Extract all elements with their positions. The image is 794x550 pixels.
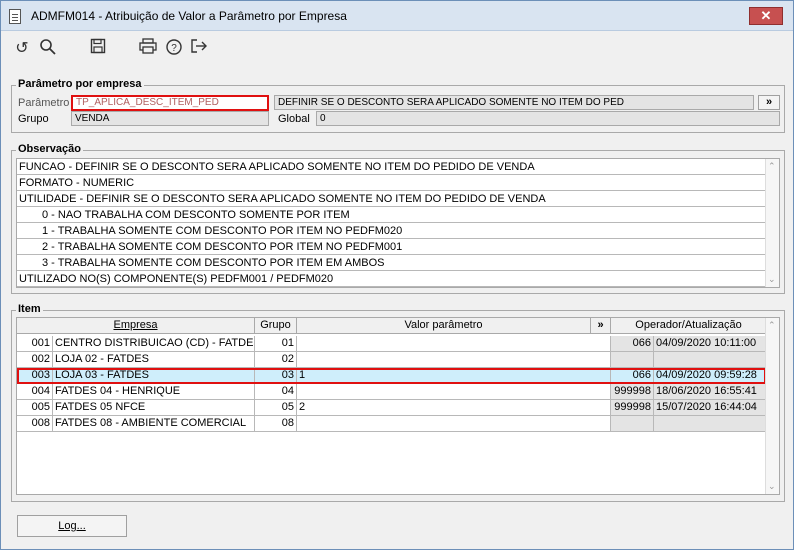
cell-valor[interactable]: 1: [297, 368, 611, 384]
table-row[interactable]: 008 FATDES 08 - AMBIENTE COMERCIAL 08: [17, 416, 767, 432]
scroll-up-icon[interactable]: ⌃: [768, 161, 776, 172]
cell-atualizacao: 18/06/2020 16:55:41: [654, 384, 767, 400]
cell-codigo: 002: [17, 352, 53, 368]
parametro-expand-button[interactable]: »: [758, 95, 780, 110]
observacao-line: 0 - NAO TRABALHA COM DESCONTO SOMENTE PO…: [17, 207, 766, 223]
item-scrollbar[interactable]: ⌃ ⌄: [765, 318, 779, 494]
cell-valor[interactable]: [297, 416, 611, 432]
cell-codigo: 008: [17, 416, 53, 432]
observacao-line: UTILIZADO NO(S) COMPONENTE(S) PEDFM001 /…: [17, 271, 766, 287]
cell-operador: 999998: [611, 384, 654, 400]
toolbar: ↺ ?: [1, 32, 793, 68]
cell-operador: 999998: [611, 400, 654, 416]
cell-grupo: 08: [255, 416, 297, 432]
cell-empresa: LOJA 02 - FATDES: [53, 352, 255, 368]
table-row[interactable]: 004 FATDES 04 - HENRIQUE 04 999998 18/06/202…: [17, 384, 767, 400]
cell-empresa: FATDES 05 NFCE: [53, 400, 255, 416]
save-icon[interactable]: [87, 38, 109, 60]
cell-empresa: FATDES 04 - HENRIQUE: [53, 384, 255, 400]
parametro-legend: Parâmetro por empresa: [16, 78, 144, 90]
cell-valor[interactable]: [297, 352, 611, 368]
observacao-text[interactable]: FUNCAO - DEFINIR SE O DESCONTO SERA APLI…: [16, 158, 780, 288]
title-bar: ADMFM014 - Atribuição de Valor a Parâmet…: [1, 1, 793, 31]
column-operador[interactable]: Operador/Atualização: [611, 318, 767, 334]
window-title: ADMFM014 - Atribuição de Valor a Parâmet…: [31, 9, 347, 23]
grupo-field: VENDA: [71, 111, 269, 126]
parametro-description-field: DEFINIR SE O DESCONTO SERA APLICADO SOME…: [274, 95, 754, 110]
cell-atualizacao: [654, 352, 767, 368]
cell-operador: 066: [611, 336, 654, 352]
search-icon[interactable]: [37, 38, 59, 60]
cell-codigo: 003: [17, 368, 53, 384]
cell-operador: [611, 416, 654, 432]
cell-grupo: 02: [255, 352, 297, 368]
main-window: ADMFM014 - Atribuição de Valor a Parâmet…: [0, 0, 794, 550]
observacao-line: FORMATO - NUMERIC: [17, 175, 766, 191]
log-button[interactable]: Log...: [17, 515, 127, 537]
column-grupo[interactable]: Grupo: [255, 318, 297, 334]
column-empresa-label: Empresa: [113, 319, 158, 331]
cell-atualizacao: 04/09/2020 10:11:00: [654, 336, 767, 352]
cell-atualizacao: 15/07/2020 16:44:04: [654, 400, 767, 416]
grupo-label: Grupo: [18, 113, 49, 125]
cell-empresa: CENTRO DISTRIBUICAO (CD) - FATDES: [53, 336, 255, 352]
scroll-down-icon[interactable]: ⌄: [768, 481, 776, 492]
observacao-line: UTILIDADE - DEFINIR SE O DESCONTO SERA A…: [17, 191, 766, 207]
table-row[interactable]: 002 LOJA 02 - FATDES 02: [17, 352, 767, 368]
table-row[interactable]: 001 CENTRO DISTRIBUICAO (CD) - FATDES 01 06…: [17, 336, 767, 352]
observacao-line: FUNCAO - DEFINIR SE O DESCONTO SERA APLI…: [17, 159, 766, 175]
cell-grupo: 05: [255, 400, 297, 416]
parametro-label: Parâmetro: [18, 97, 70, 109]
cell-valor[interactable]: 2: [297, 400, 611, 416]
cell-codigo: 004: [17, 384, 53, 400]
close-button[interactable]: ✕: [749, 7, 783, 25]
column-valor[interactable]: Valor parâmetro: [297, 318, 591, 334]
observacao-legend: Observação: [16, 143, 83, 155]
print-icon[interactable]: [137, 38, 159, 60]
observacao-line: 3 - TRABALHA SOMENTE COM DESCONTO POR IT…: [17, 255, 766, 271]
cell-valor[interactable]: [297, 336, 611, 352]
observacao-line: 1 - TRABALHA SOMENTE COM DESCONTO POR IT…: [17, 223, 766, 239]
svg-text:?: ?: [171, 43, 177, 54]
cell-codigo: 001: [17, 336, 53, 352]
column-empresa[interactable]: Empresa: [17, 318, 255, 334]
document-icon: [9, 9, 21, 24]
cell-atualizacao: [654, 416, 767, 432]
parametro-field[interactable]: TP_APLICA_DESC_ITEM_PED: [71, 95, 269, 111]
cell-operador: [611, 352, 654, 368]
help-icon[interactable]: ?: [163, 38, 185, 60]
observacao-scrollbar[interactable]: ⌃ ⌄: [765, 159, 779, 287]
scroll-down-icon[interactable]: ⌄: [768, 274, 776, 285]
exit-icon[interactable]: [188, 38, 210, 60]
table-row[interactable]: 005 FATDES 05 NFCE 05 2 999998 15/07/2020 16:…: [17, 400, 767, 416]
cell-atualizacao: 04/09/2020 09:59:28: [654, 368, 767, 384]
cell-empresa: FATDES 08 - AMBIENTE COMERCIAL: [53, 416, 255, 432]
undo-icon[interactable]: ↺: [11, 38, 33, 60]
cell-grupo: 04: [255, 384, 297, 400]
global-label: Global: [278, 113, 310, 125]
table-row[interactable]: 003 LOJA 03 - FATDES 03 1 066 04/09/2020 09:5…: [17, 368, 767, 384]
cell-operador: 066: [611, 368, 654, 384]
global-field: 0: [316, 111, 780, 126]
valor-expand-button[interactable]: »: [591, 318, 611, 334]
scroll-up-icon[interactable]: ⌃: [768, 320, 776, 331]
cell-empresa: LOJA 03 - FATDES: [53, 368, 255, 384]
cell-codigo: 005: [17, 400, 53, 416]
observacao-line: 2 - TRABALHA SOMENTE COM DESCONTO POR IT…: [17, 239, 766, 255]
cell-grupo: 01: [255, 336, 297, 352]
parametro-group: Parâmetro por empresa Parâmetro TP_APLIC…: [11, 78, 785, 133]
item-legend: Item: [16, 303, 43, 315]
cell-grupo: 03: [255, 368, 297, 384]
log-button-label: Log...: [58, 520, 86, 532]
item-grid: Empresa Grupo Valor parâmetro » Operador…: [16, 317, 780, 495]
cell-valor[interactable]: [297, 384, 611, 400]
